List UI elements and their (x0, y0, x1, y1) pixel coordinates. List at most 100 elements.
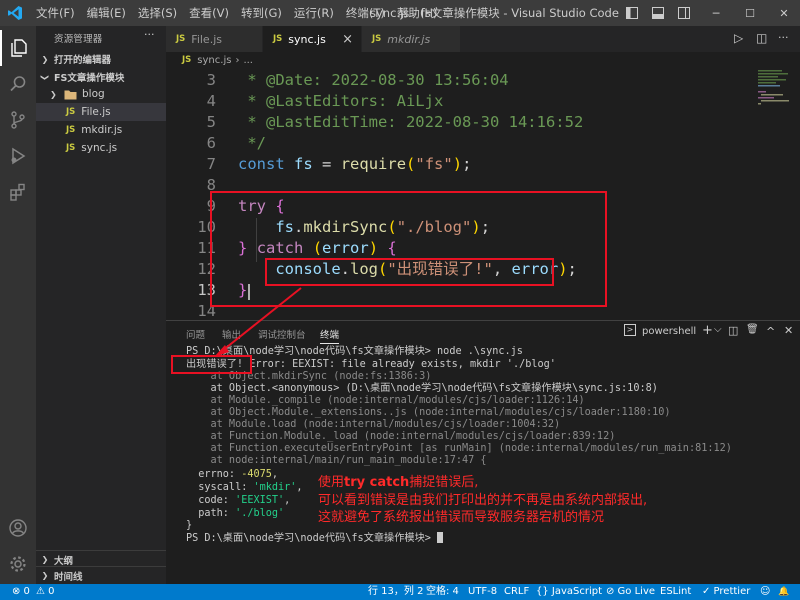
account-icon[interactable] (0, 510, 36, 546)
tab-terminal[interactable]: 终端 (320, 327, 340, 344)
minimize-button[interactable]: ─ (700, 0, 732, 26)
line-number: 11 (197, 239, 216, 257)
maximize-button[interactable]: ☐ (734, 0, 766, 26)
terminal-line: at node:internal/main/run_main_module:17… (186, 455, 487, 466)
title-bar: 文件(F) 编辑(E) 选择(S) 查看(V) 转到(G) 运行(R) 终端(T… (0, 0, 800, 26)
line-number: 4 (206, 92, 216, 110)
errors-indicator[interactable]: ⊗ 0 (12, 584, 30, 600)
workspace-folder-section[interactable]: ❯ FS文章操作模块 (36, 68, 166, 86)
terminal-dropdown-icon[interactable]: ⌵ (714, 324, 722, 335)
workspace-folder-label: FS文章操作模块 (54, 73, 125, 84)
tab-problems[interactable]: 问题 (186, 327, 205, 341)
tree-item-label: mkdir.js (81, 124, 123, 136)
menu-selection[interactable]: 选择(S) (132, 5, 183, 21)
secondary-sidebar-toggle-icon[interactable] (672, 0, 696, 26)
language-mode[interactable]: {} JavaScript (536, 584, 602, 600)
javascript-file-icon: JS (66, 143, 76, 153)
minimap[interactable] (756, 68, 800, 148)
annotation-bold-text: try catch (344, 475, 410, 490)
bell-icon[interactable]: 🔔 (778, 584, 789, 600)
menu-edit[interactable]: 编辑(E) (81, 5, 132, 21)
feedback-icon[interactable]: ☺ (760, 584, 770, 600)
menu-view[interactable]: 查看(V) (183, 5, 235, 21)
breadcrumb-file[interactable]: sync.js (197, 55, 231, 66)
terminal-line: at Object.<anonymous> (D:\桌面\node学习\node… (186, 383, 658, 394)
terminal-line: errno: -4075, (186, 469, 279, 480)
javascript-file-icon: JS (66, 125, 76, 135)
annotation-try-catch-box (210, 191, 607, 307)
code-line: 5 * @LastEditTime: 2022-08-30 14:16:52 (166, 112, 746, 133)
tree-item-mkdir-js[interactable]: JS mkdir.js (36, 121, 166, 139)
line-ending[interactable]: CRLF (504, 584, 529, 600)
tab-label: sync.js (288, 32, 326, 46)
menu-go[interactable]: 转到(G) (235, 5, 288, 21)
run-debug-icon[interactable] (0, 138, 36, 174)
tab-output[interactable]: 输出 (222, 327, 241, 341)
cursor-position[interactable]: 行 13，列 2 (368, 584, 423, 600)
layout-toggle-icon[interactable] (620, 0, 644, 26)
code-line: 6 */ (166, 133, 746, 154)
open-editors-section[interactable]: ❯ 打开的编辑器 (36, 50, 166, 68)
run-file-icon[interactable]: ▷ (734, 31, 743, 45)
code-text: * @LastEditTime: 2022-08-30 14:16:52 (238, 113, 584, 131)
terminal-shell-icon: > (624, 324, 636, 336)
tree-item-file-js[interactable]: JS File.js (36, 103, 166, 121)
new-terminal-button[interactable]: + (702, 323, 713, 338)
panel-toggle-icon[interactable] (646, 0, 670, 26)
line-number: 6 (206, 134, 216, 152)
split-terminal-icon[interactable]: ◫ (728, 324, 738, 337)
maximize-panel-icon[interactable]: ^ (766, 325, 775, 338)
status-bar: ⊗ 0 ⚠ 0 行 13，列 2 空格: 4 UTF-8 CRLF {} Jav… (0, 584, 800, 600)
javascript-file-icon: JS (176, 34, 186, 44)
explorer-icon[interactable] (0, 30, 36, 66)
encoding[interactable]: UTF-8 (468, 584, 497, 600)
tab-file-js[interactable]: JS File.js (166, 26, 262, 52)
line-number: 7 (206, 155, 216, 173)
close-tab-icon[interactable]: × (342, 32, 353, 47)
extensions-icon[interactable] (0, 174, 36, 210)
explorer-more-button[interactable]: ··· (144, 28, 155, 41)
menu-file[interactable]: 文件(F) (30, 5, 81, 21)
annotation-text: 使用 (318, 475, 345, 490)
tree-item-sync-js[interactable]: JS sync.js (36, 139, 166, 157)
line-number: 10 (197, 218, 216, 236)
prettier-status[interactable]: ✓ Prettier (702, 584, 750, 600)
close-window-button[interactable]: ✕ (768, 0, 800, 26)
tab-label: File.js (191, 32, 222, 46)
settings-gear-icon[interactable] (0, 546, 36, 582)
breadcrumb-more[interactable]: ... (243, 55, 253, 66)
explorer-title: 资源管理器 (54, 34, 103, 45)
terminal-prompt-text: PS D:\桌面\node学习\node代码\fs文章操作模块> (186, 533, 438, 544)
terminal-line: } (186, 520, 193, 531)
split-editor-icon[interactable]: ◫ (756, 31, 767, 45)
activity-bar (0, 26, 36, 584)
tab-debug-console[interactable]: 调试控制台 (258, 327, 306, 341)
terminal-name[interactable]: powershell (642, 326, 696, 337)
open-editors-label: 打开的编辑器 (54, 55, 112, 66)
tab-mkdir-js[interactable]: JS mkdir.js (362, 26, 460, 52)
timeline-section[interactable]: ❯ 时间线 (36, 566, 166, 584)
line-number: 12 (197, 260, 216, 278)
search-icon[interactable] (0, 66, 36, 102)
eslint-status[interactable]: ESLint (660, 584, 691, 600)
tab-sync-js[interactable]: JS sync.js × (263, 26, 361, 52)
tree-item-label: sync.js (81, 142, 118, 154)
code-line: 4 * @LastEditors: AiLjx (166, 91, 746, 112)
tree-item-label: blog (82, 88, 105, 100)
terminal-line: path: './blog' (186, 508, 285, 519)
editor-tab-bar: JS File.js JS sync.js × JS mkdir.js ▷ ◫ … (166, 26, 800, 52)
annotation-output-box (171, 355, 252, 374)
tree-item-blog[interactable]: ❯ blog (36, 85, 166, 103)
code-line: 3 * @Date: 2022-08-30 13:56:04 (166, 70, 746, 91)
explorer-sidebar: 资源管理器 ··· ❯ 打开的编辑器 ❯ FS文章操作模块 ❯ blog JS … (36, 26, 166, 584)
trash-icon[interactable]: 🗑 (746, 324, 759, 335)
indentation[interactable]: 空格: 4 (426, 584, 459, 600)
go-live-button[interactable]: ⊘ Go Live (606, 584, 655, 600)
source-control-icon[interactable] (0, 102, 36, 138)
editor-more-button[interactable]: ··· (778, 31, 789, 44)
chevron-right-icon: ❯ (41, 571, 49, 580)
menu-run[interactable]: 运行(R) (288, 5, 340, 21)
terminal-line: at Function.executeUserEntryPoint [as ru… (186, 443, 732, 454)
close-panel-icon[interactable]: ✕ (784, 324, 793, 337)
warnings-indicator[interactable]: ⚠ 0 (36, 584, 55, 600)
